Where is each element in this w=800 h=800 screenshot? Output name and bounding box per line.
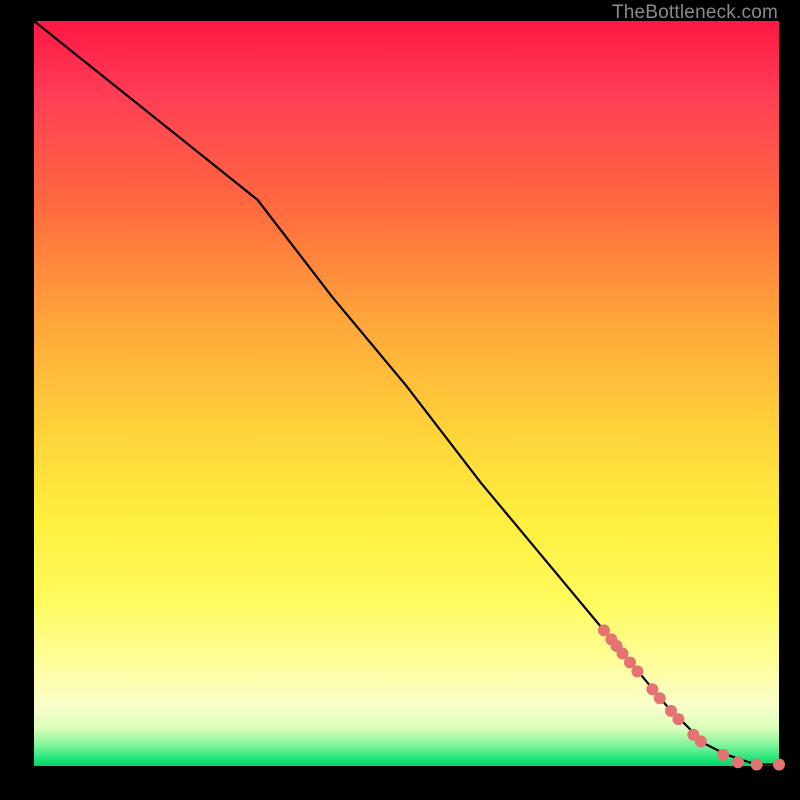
marker-dot: [751, 759, 763, 771]
marker-group: [598, 624, 785, 770]
marker-dot: [672, 713, 684, 725]
marker-dot: [717, 749, 729, 761]
chart-frame: TheBottleneck.com: [0, 0, 800, 800]
curve-path: [34, 21, 779, 765]
marker-dot: [695, 735, 707, 747]
marker-dot: [654, 692, 666, 704]
marker-dot: [773, 759, 785, 771]
marker-dot: [631, 665, 643, 677]
chart-overlay: [34, 21, 779, 766]
marker-dot: [732, 756, 744, 768]
